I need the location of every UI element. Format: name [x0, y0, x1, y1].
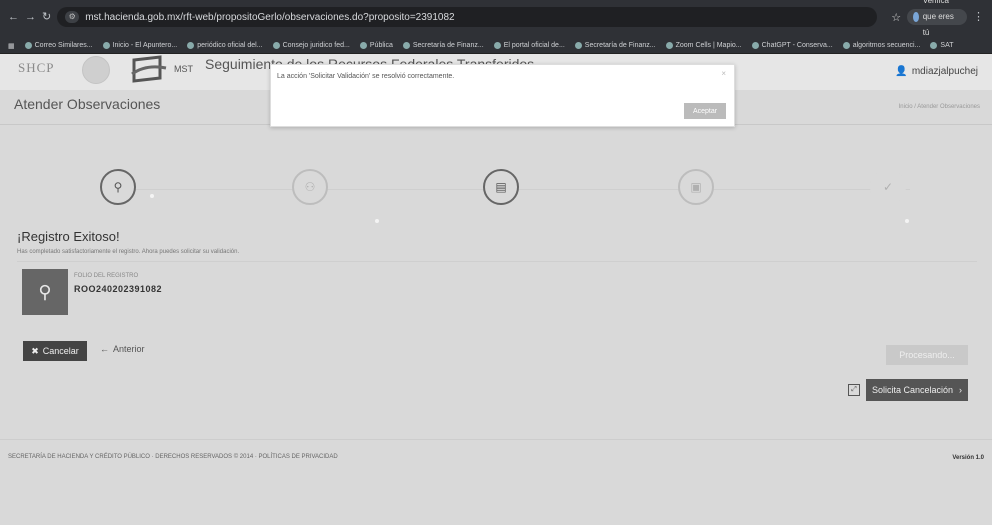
bookmark-item[interactable]: periódico oficial del... [187, 42, 263, 49]
next-button[interactable]: Procesando... [886, 345, 968, 365]
bookmark-item[interactable]: Correo Similares... [24, 42, 93, 49]
success-dialog: La acción 'Solicitar Validación' se reso… [270, 64, 735, 127]
step-document-icon: ▤ [483, 169, 519, 205]
profile-chip[interactable]: Verifica que eres tú [907, 0, 967, 37]
user-icon: 👤 [895, 66, 908, 77]
site-info-icon[interactable]: ⚙ [65, 11, 80, 23]
user-menu[interactable]: 👤 mdiazjalpuchej [895, 66, 978, 77]
mst-label: MST [174, 64, 193, 74]
government-seal-icon [82, 56, 110, 84]
bookmark-item[interactable]: SAT [930, 42, 954, 49]
bookmark-item[interactable]: Consejo juridico fed... [272, 42, 350, 49]
bookmark-item[interactable]: ChatGPT - Conserva... [751, 42, 833, 49]
step-indicator [150, 194, 154, 198]
step-indicator [375, 219, 379, 223]
breadcrumb[interactable]: Inicio / Atender Observaciones [899, 104, 980, 110]
folio-label: FOLIO DEL REGISTRO [74, 273, 139, 279]
reload-icon[interactable]: ↻ [42, 10, 51, 24]
divider [0, 439, 992, 440]
bookmark-item[interactable]: El portal oficial de... [493, 42, 565, 49]
browser-toolbar: ← → ↻ ⚙ mst.hacienda.gob.mx/rft-web/prop… [0, 0, 992, 37]
footer-text: SECRETARÍA DE HACIENDA Y CRÉDITO PÚBLICO… [8, 454, 338, 460]
accept-button[interactable]: Aceptar [684, 103, 726, 119]
avatar [913, 12, 919, 22]
previous-button[interactable]: ← Anterior [100, 344, 145, 354]
apps-icon[interactable]: ▦ [8, 42, 15, 50]
bookmark-star-icon[interactable]: ☆ [891, 11, 901, 24]
mst-logo-icon [131, 55, 167, 83]
step-image-icon: ▣ [678, 169, 714, 205]
forward-icon[interactable]: → [25, 10, 36, 24]
address-bar[interactable]: ⚙ mst.hacienda.gob.mx/rft-web/propositoG… [57, 7, 878, 27]
page-title: Atender Observaciones [14, 96, 161, 112]
user-name: mdiazjalpuchej [911, 66, 978, 77]
close-icon: ✖ [31, 345, 39, 356]
step-indicator [905, 219, 909, 223]
bookmark-item[interactable]: Secretaría de Finanz... [574, 42, 656, 49]
location-pin-icon: ⚲ [22, 269, 68, 315]
divider [17, 261, 977, 262]
profile-label: Verifica que eres tú [922, 0, 954, 37]
request-cancellation-button[interactable]: Solicita Cancelación › [866, 379, 968, 401]
arrow-left-icon: ← [100, 344, 109, 354]
menu-icon[interactable]: ⋮ [973, 10, 984, 24]
bookmark-item[interactable]: Zoom Cells | Mapio... [665, 42, 742, 49]
bookmark-item[interactable]: algoritmos secuenci... [842, 42, 920, 49]
bookmark-item[interactable]: Inicio - El Apuntero... [102, 42, 177, 49]
url-text: mst.hacienda.gob.mx/rft-web/propositoGer… [85, 11, 455, 23]
success-title: ¡Registro Exitoso! [17, 229, 120, 244]
bookmark-item[interactable]: Secretaría de Finanz... [402, 42, 484, 49]
external-link-icon[interactable]: ⤢ [848, 384, 860, 396]
success-subtitle: Has completado satisfactoriamente el reg… [17, 249, 240, 255]
cancel-button[interactable]: ✖ Cancelar [23, 341, 87, 361]
step-check-icon: ✓ [870, 169, 906, 205]
shcp-logo[interactable]: SHCP [18, 60, 55, 76]
version-label: Versión 1.0 [952, 455, 984, 461]
step-user-icon: ⚇ [292, 169, 328, 205]
dialog-message: La acción 'Solicitar Validación' se reso… [277, 73, 455, 80]
back-icon[interactable]: ← [8, 10, 19, 24]
step-location-icon: ⚲ [100, 169, 136, 205]
chevron-right-icon: › [959, 385, 963, 395]
folio-value: ROO240202391082 [74, 284, 163, 294]
bookmarks-bar: ▦ Correo Similares... Inicio - El Apunte… [0, 38, 992, 54]
close-icon[interactable]: × [721, 69, 726, 78]
bookmark-item[interactable]: Pública [359, 42, 393, 49]
